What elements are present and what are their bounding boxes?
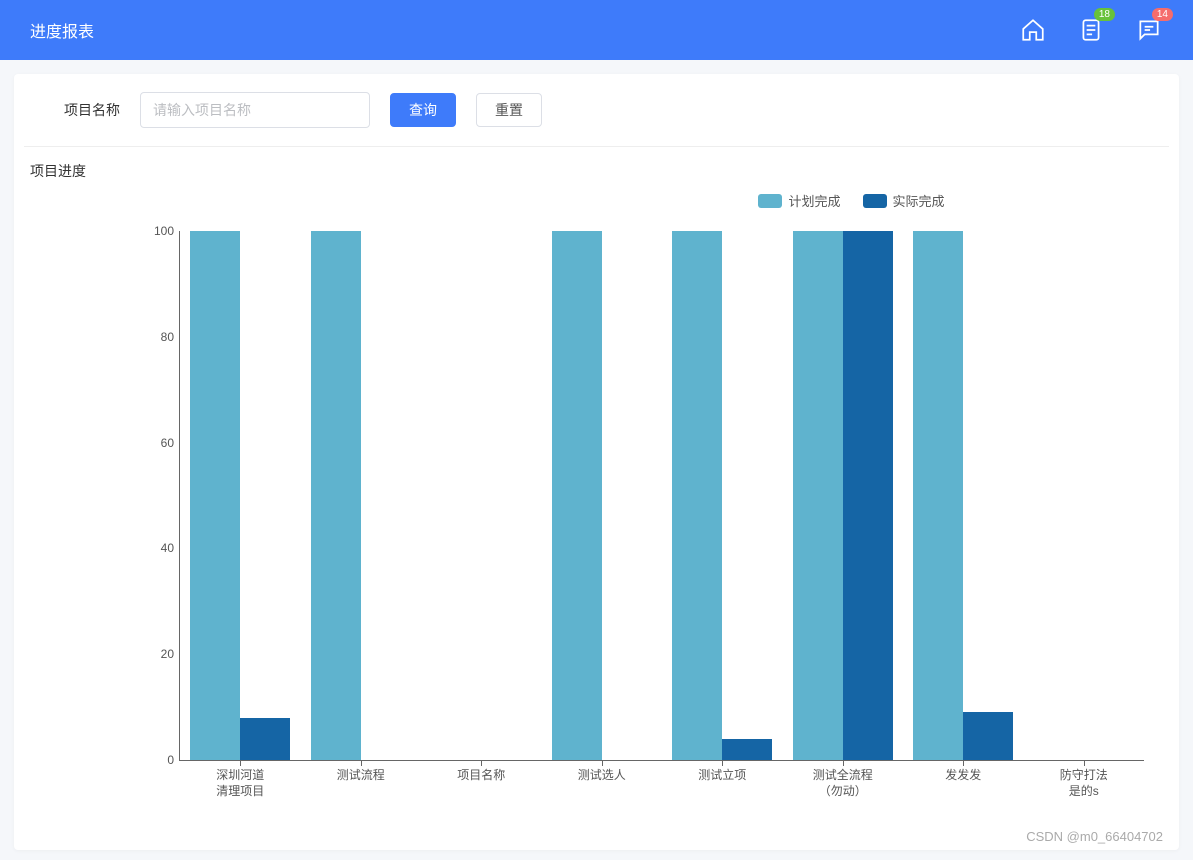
report-badge: 18 xyxy=(1094,8,1115,21)
app-header: 进度报表 18 14 xyxy=(0,0,1193,60)
section-title: 项目进度 xyxy=(30,161,1169,181)
y-tick: 100 xyxy=(144,224,174,238)
x-tick-label: 深圳河道 清理项目 xyxy=(195,768,285,799)
search-bar: 项目名称 查询 重置 xyxy=(24,92,1169,147)
y-tick: 40 xyxy=(144,541,174,555)
chart-category: 测试全流程 （勿动） xyxy=(783,231,904,760)
x-tick xyxy=(481,760,482,766)
y-tick: 80 xyxy=(144,330,174,344)
x-tick-label: 防守打法 是的s xyxy=(1039,768,1129,799)
legend-actual[interactable]: 实际完成 xyxy=(863,191,945,210)
page-title: 进度报表 xyxy=(30,18,94,42)
legend-actual-label: 实际完成 xyxy=(893,191,945,210)
chart-legend: 计划完成 实际完成 xyxy=(29,191,1124,210)
chart-plot: 深圳河道 清理项目测试流程项目名称测试选人测试立项测试全流程 （勿动）发发发防守… xyxy=(179,231,1144,761)
plot-wrap: 深圳河道 清理项目测试流程项目名称测试选人测试立项测试全流程 （勿动）发发发防守… xyxy=(179,231,1144,761)
message-badge: 14 xyxy=(1152,8,1173,21)
message-icon[interactable]: 14 xyxy=(1135,16,1163,44)
x-tick xyxy=(240,760,241,766)
x-tick xyxy=(843,760,844,766)
search-label: 项目名称 xyxy=(64,100,120,120)
x-tick-label: 测试流程 xyxy=(316,768,406,784)
x-tick xyxy=(963,760,964,766)
bar-actual xyxy=(963,712,1013,760)
x-tick xyxy=(1084,760,1085,766)
chart-category: 项目名称 xyxy=(421,231,542,760)
y-tick: 60 xyxy=(144,436,174,450)
bar-actual xyxy=(240,718,290,760)
bar-plan xyxy=(672,231,722,760)
chart-area: 计划完成 实际完成 深圳河道 清理项目测试流程项目名称测试选人测试立项测试全流程… xyxy=(29,191,1164,801)
bar-actual xyxy=(843,231,893,760)
x-tick xyxy=(722,760,723,766)
legend-plan-swatch xyxy=(758,194,782,208)
y-tick: 0 xyxy=(144,753,174,767)
x-tick-label: 测试立项 xyxy=(677,768,767,784)
chart-category: 测试流程 xyxy=(301,231,422,760)
chart-category: 发发发 xyxy=(903,231,1024,760)
bar-plan xyxy=(913,231,963,760)
chart-category: 测试立项 xyxy=(662,231,783,760)
home-icon[interactable] xyxy=(1019,16,1047,44)
header-icon-bar: 18 14 xyxy=(1019,16,1163,44)
legend-plan[interactable]: 计划完成 xyxy=(758,191,840,210)
bar-plan xyxy=(190,231,240,760)
bar-plan xyxy=(552,231,602,760)
bar-plan xyxy=(311,231,361,760)
chart-category: 测试选人 xyxy=(542,231,663,760)
query-button[interactable]: 查询 xyxy=(390,93,456,127)
y-tick: 20 xyxy=(144,647,174,661)
bar-actual xyxy=(722,739,772,760)
x-tick-label: 测试全流程 （勿动） xyxy=(798,768,888,799)
x-tick-label: 测试选人 xyxy=(557,768,647,784)
watermark: CSDN @m0_66404702 xyxy=(1026,829,1163,844)
legend-actual-swatch xyxy=(863,194,887,208)
x-tick-label: 发发发 xyxy=(918,768,1008,784)
legend-plan-label: 计划完成 xyxy=(788,191,840,210)
chart-category: 防守打法 是的s xyxy=(1024,231,1145,760)
chart-category: 深圳河道 清理项目 xyxy=(180,231,301,760)
report-icon[interactable]: 18 xyxy=(1077,16,1105,44)
bar-plan xyxy=(793,231,843,760)
x-tick xyxy=(361,760,362,766)
x-tick xyxy=(602,760,603,766)
reset-button[interactable]: 重置 xyxy=(476,93,542,127)
project-name-input[interactable] xyxy=(140,92,370,128)
chart-categories: 深圳河道 清理项目测试流程项目名称测试选人测试立项测试全流程 （勿动）发发发防守… xyxy=(180,231,1144,760)
x-tick-label: 项目名称 xyxy=(436,768,526,784)
content-card: 项目名称 查询 重置 项目进度 计划完成 实际完成 深圳河道 清理项目测试流程项… xyxy=(14,74,1179,850)
